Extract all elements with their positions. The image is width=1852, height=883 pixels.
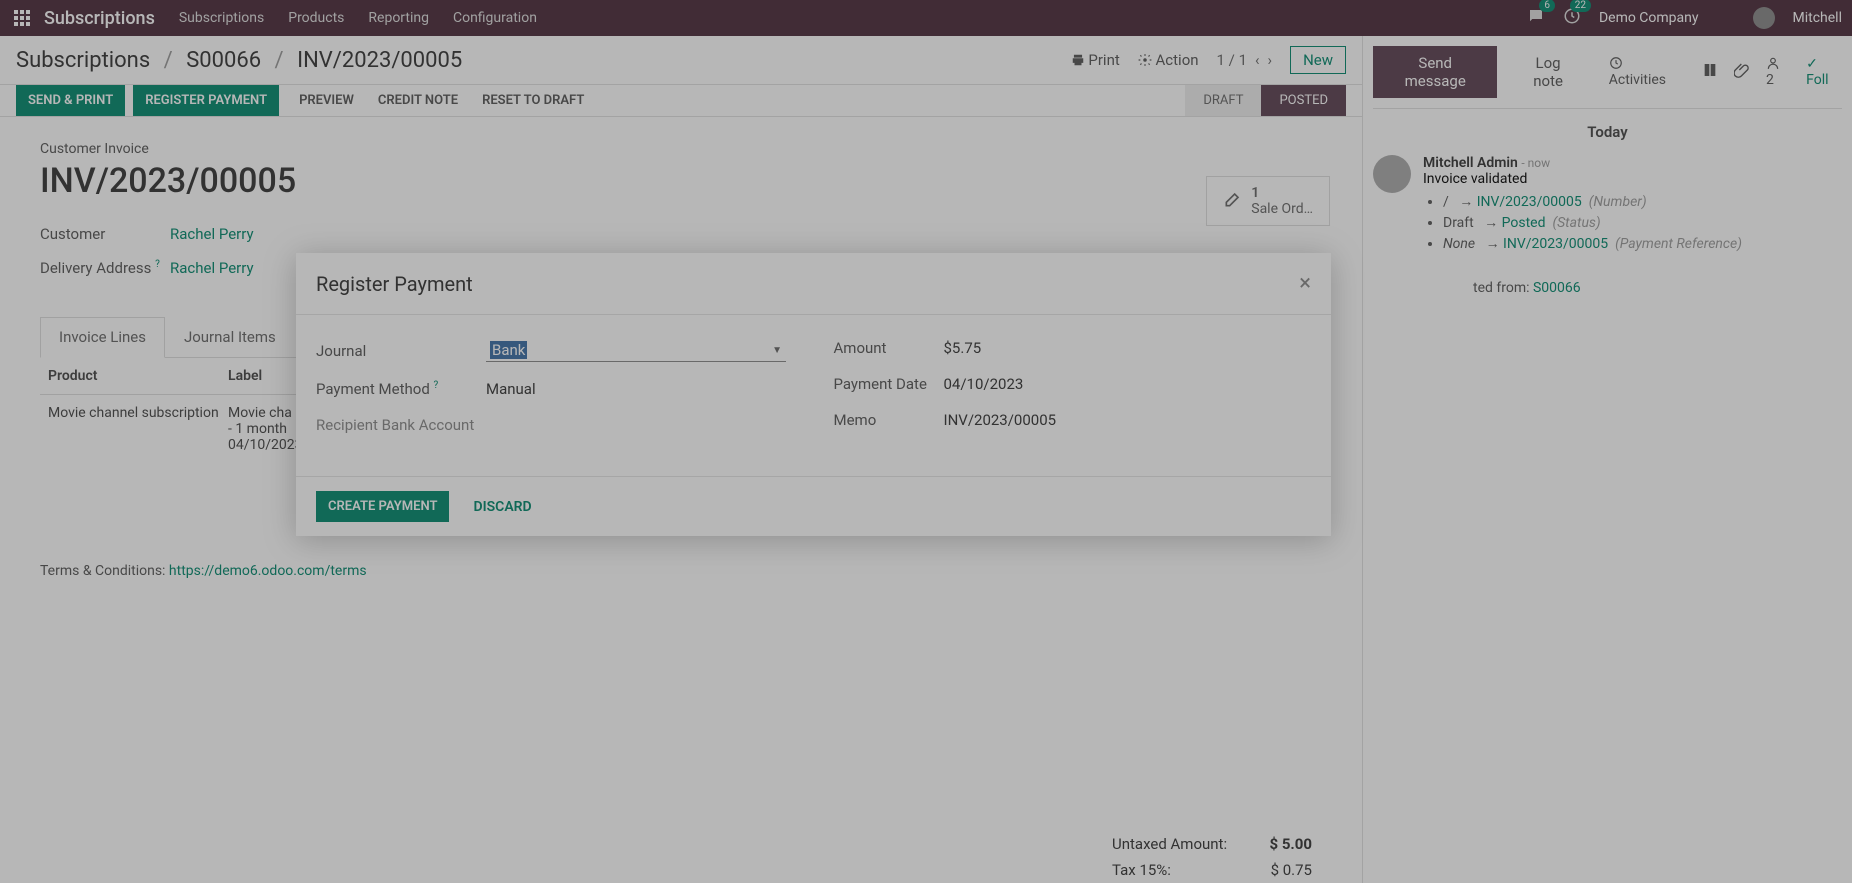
modal-overlay[interactable] [0, 0, 1852, 883]
